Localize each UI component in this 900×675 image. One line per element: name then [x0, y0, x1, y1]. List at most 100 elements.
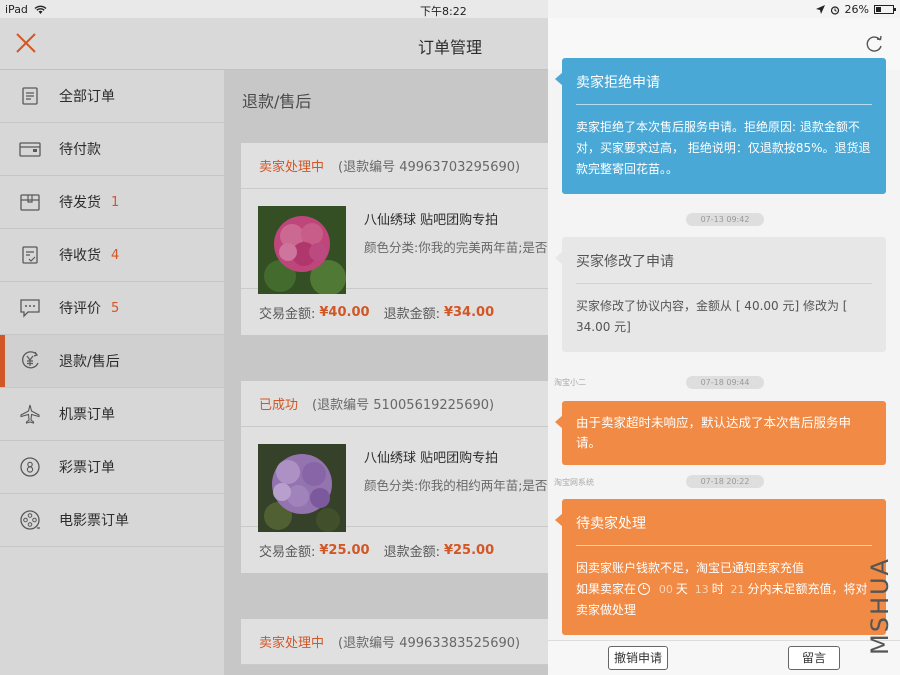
message-pending-seller: 待卖家处理 因卖家账户钱款不足，淘宝已通知卖家充值 如果卖家在 00 天 13 时 …: [555, 499, 886, 635]
app-header: 订单管理: [0, 18, 548, 70]
order-card-body: 八仙绣球 贴吧团购专拍 颜色分类:你我的完美两年苗;是否含: [241, 189, 548, 294]
trade-amount: ¥25.00: [319, 542, 370, 558]
sidebar-item-all-orders[interactable]: 全部订单: [0, 70, 224, 123]
status-right: 26%: [815, 3, 896, 16]
countdown-prefix: 如果卖家在: [576, 582, 637, 596]
order-card-footer: 交易金额: ¥25.00 退款金额: ¥25.00: [241, 527, 548, 573]
sidebar-item-pending-review[interactable]: 待评价 5: [0, 282, 224, 335]
location-arrow-icon: [815, 5, 825, 14]
message-timestamp: 07-18 09:44: [686, 376, 764, 389]
section-title: 退款/售后: [242, 92, 312, 111]
message-buyer-modified: 买家修改了申请 买家修改了协议内容，金额从 [ 40.00 元] 修改为 [ 3…: [555, 237, 886, 352]
refund-number: (退款编号 49963703295690): [338, 160, 521, 175]
watermark-text: MSHUA: [866, 557, 894, 655]
status-time: 下午8:22: [420, 5, 467, 18]
sidebar-item-label: 待收货: [59, 248, 101, 264]
product-image: [258, 444, 346, 532]
message-line: 因卖家账户钱款不足，淘宝已通知卖家充值: [576, 561, 805, 575]
sidebar-item-label: 待付款: [59, 142, 101, 158]
order-status: 已成功: [259, 398, 299, 413]
message-timestamp: 07-18 20:22: [686, 475, 764, 488]
order-card-footer: 交易金额: ¥40.00 退款金额: ¥34.00: [241, 289, 548, 335]
watermark: MSHUA: [860, 557, 900, 665]
order-card-header: 已成功 (退款编号 51005619225690): [241, 381, 548, 427]
panel-bottom-bar: 撤销申请 留言: [548, 640, 900, 675]
trade-amount: ¥40.00: [319, 304, 370, 320]
refund-amount-label: 退款金额:: [383, 306, 440, 322]
sidebar-item-badge: 5: [111, 300, 120, 316]
box-icon: [19, 191, 41, 213]
countdown-days-label: 天: [675, 582, 688, 596]
order-card[interactable]: 卖家处理中 (退款编号 49963703295690) 八仙绣球 贴吧团购专拍 …: [241, 143, 548, 335]
sidebar-item-pending-shipment[interactable]: 待发货 1: [0, 176, 224, 229]
message-title: 买家修改了申请: [576, 237, 872, 284]
cancel-request-button[interactable]: 撤销申请: [608, 646, 668, 670]
sidebar-item-badge: 4: [111, 247, 120, 263]
sidebar: 全部订单 待付款 待发货 1 待收货 4 待评价 5 退款/售后 机票订单 彩票…: [0, 70, 224, 675]
yen-refund-icon: [19, 350, 41, 372]
message-timestamp: 07-13 09:42: [686, 213, 764, 226]
order-status: 卖家处理中: [259, 636, 325, 651]
sidebar-item-flight-orders[interactable]: 机票订单: [0, 388, 224, 441]
order-card-body: 八仙绣球 贴吧团购专拍 颜色分类:你我的相约两年苗;是否含: [241, 427, 548, 532]
product-name: 八仙绣球 贴吧团购专拍: [364, 451, 499, 466]
message-title: 待卖家处理: [576, 499, 872, 546]
order-card-header: 卖家处理中 (退款编号 49963383525690): [241, 619, 548, 665]
sidebar-item-lottery-orders[interactable]: 彩票订单: [0, 441, 224, 494]
sidebar-item-label: 彩票订单: [59, 460, 115, 476]
film-reel-icon: [19, 509, 41, 531]
trade-amount-label: 交易金额:: [259, 306, 316, 322]
battery-icon: [874, 5, 896, 14]
order-card[interactable]: 卖家处理中 (退款编号 49963383525690): [241, 619, 548, 665]
clock-icon: [638, 583, 651, 595]
sidebar-item-label: 待发货: [59, 195, 101, 211]
countdown-hours-label: 时: [711, 582, 724, 596]
refund-detail-panel: 卖家拒绝申请 卖家拒绝了本次售后服务申请。拒绝原因: 退款金额不对，买家要求过高…: [548, 0, 900, 675]
battery-percent: 26%: [844, 3, 869, 16]
wifi-icon: [34, 5, 47, 14]
product-name: 八仙绣球 贴吧团购专拍: [364, 213, 499, 228]
message-seller-rejected: 卖家拒绝申请 卖家拒绝了本次售后服务申请。拒绝原因: 退款金额不对，买家要求过高…: [555, 58, 886, 194]
status-left: iPad: [5, 3, 47, 16]
sidebar-item-movie-orders[interactable]: 电影票订单: [0, 494, 224, 547]
product-image: [258, 206, 346, 294]
order-status: 卖家处理中: [259, 160, 325, 175]
alarm-icon: [830, 5, 839, 15]
countdown-line: 如果卖家在 00 天 13 时 21 分内未足额充值，将对卖家做处理: [576, 579, 872, 621]
refund-amount: ¥34.00: [443, 304, 495, 320]
refund-amount: ¥25.00: [443, 542, 495, 558]
clipboard-check-icon: [19, 244, 41, 266]
sidebar-item-label: 退款/售后: [59, 354, 120, 370]
countdown-days: 00: [658, 583, 673, 596]
sidebar-item-refund[interactable]: 退款/售后: [0, 335, 224, 388]
leave-message-button[interactable]: 留言: [788, 646, 840, 670]
countdown-hours: 13: [694, 583, 709, 596]
refund-number: (退款编号 51005619225690): [312, 398, 495, 413]
sidebar-item-pending-receipt[interactable]: 待收货 4: [0, 229, 224, 282]
wallet-icon: [19, 138, 41, 160]
refund-number: (退款编号 49963383525690): [338, 636, 521, 651]
sidebar-item-badge: 1: [111, 194, 120, 210]
sidebar-item-label: 全部订单: [59, 89, 115, 105]
message-body: 卖家拒绝了本次售后服务申请。拒绝原因: 退款金额不对，买家要求过高， 拒绝说明：…: [576, 120, 871, 176]
sidebar-item-label: 机票订单: [59, 407, 115, 423]
main-content: 退款/售后 卖家处理中 (退款编号 49963703295690) 八仙绣球 贴…: [224, 70, 548, 675]
message-auto-agreed: 由于卖家超时未响应，默认达成了本次售后服务申请。: [555, 401, 886, 465]
message-body: 买家修改了协议内容，金额从 [ 40.00 元] 修改为 [ 34.00 元]: [576, 299, 848, 334]
refresh-icon[interactable]: [864, 34, 884, 54]
message-title: 卖家拒绝申请: [576, 58, 872, 105]
order-card[interactable]: 已成功 (退款编号 51005619225690) 八仙绣球 贴吧团购专拍 颜色…: [241, 381, 548, 573]
device-label: iPad: [5, 3, 28, 16]
message-sender: 淘宝网系统: [554, 478, 594, 487]
list-icon: [19, 85, 41, 107]
product-spec: 颜色分类:你我的完美两年苗;是否含: [364, 240, 548, 255]
sidebar-item-pending-payment[interactable]: 待付款: [0, 123, 224, 176]
message-sender: 淘宝小二: [554, 378, 586, 387]
message-body: 因卖家账户钱款不足，淘宝已通知卖家充值 如果卖家在 00 天 13 时 21 分内未足…: [576, 546, 872, 635]
product-spec: 颜色分类:你我的相约两年苗;是否含: [364, 478, 548, 493]
sidebar-item-label: 待评价: [59, 301, 101, 317]
trade-amount-label: 交易金额:: [259, 544, 316, 560]
battery-fill: [876, 7, 881, 12]
sidebar-item-label: 电影票订单: [59, 513, 129, 529]
status-bar: iPad 下午8:22 26%: [0, 0, 900, 18]
